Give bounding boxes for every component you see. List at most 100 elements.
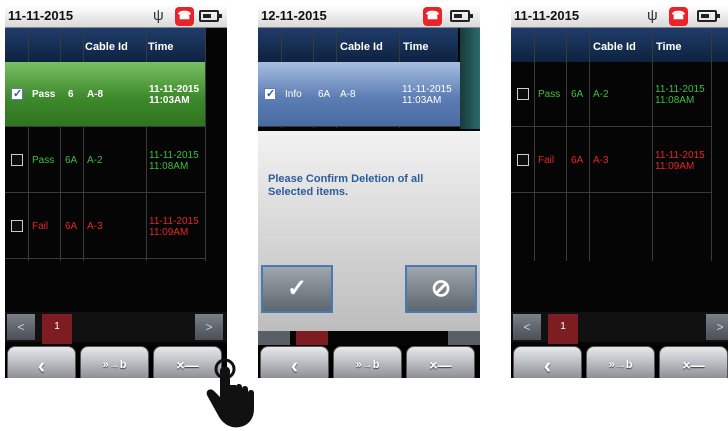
screen-1: 11-11-2015 ψ ☎ Cable Id Time Pass 6 A-8 … (5, 5, 227, 378)
table-row[interactable]: Pass 6A A-2 11-11-2015 11:08AM (511, 62, 711, 127)
page-indicator (296, 331, 328, 345)
table-row[interactable]: Pass 6A A-2 11-11-2015 11:08AM (5, 128, 205, 193)
row-time: 11-11-2015 11:09AM (149, 216, 199, 238)
row-category: 6A (65, 221, 78, 232)
table-header: Cable Id Time (5, 28, 205, 62)
confirm-button[interactable]: ✓ (261, 265, 333, 313)
column-time: Time (403, 41, 429, 53)
pager: < 1 > (5, 312, 227, 344)
table-row[interactable]: Fail 6A A-3 11-11-2015 11:09AM (511, 128, 711, 193)
row-checkbox[interactable] (264, 87, 276, 100)
status-date: 11-11-2015 (8, 8, 74, 23)
row-cable-id: A-2 (87, 155, 103, 166)
usb-icon: ψ (647, 7, 658, 24)
transfer-button[interactable]: »→b (333, 346, 402, 378)
row-category: 6A (318, 89, 331, 100)
row-category: 6 (68, 89, 74, 100)
row-category: 6A (571, 155, 584, 166)
cancel-button[interactable]: ⊘ (405, 265, 477, 313)
prev-page-button[interactable]: < (513, 314, 541, 340)
row-checkbox[interactable] (11, 87, 23, 100)
phone-hangup-icon: ☎ (669, 7, 688, 26)
column-cable-id: Cable Id (340, 41, 383, 53)
row-status: Fail (538, 155, 555, 166)
page-number-button[interactable]: 1 (42, 314, 72, 344)
chevron-left-icon: ‹ (290, 353, 299, 378)
column-time: Time (148, 41, 174, 53)
status-bar: 11-11-2015 ψ ☎ (5, 5, 227, 28)
table-header: Cable Id Time (258, 28, 458, 62)
row-checkbox[interactable] (517, 88, 529, 100)
row-cable-id: A-3 (87, 221, 103, 232)
delete-button[interactable]: ×— (406, 346, 475, 378)
confirm-dialog: Please Confirm Deletion of all Selected … (258, 131, 480, 331)
bottom-toolbar: ‹ »→b ×— (511, 346, 728, 378)
checkmark-icon: ✓ (286, 275, 308, 302)
row-status: Info (285, 89, 302, 100)
row-checkbox[interactable] (517, 154, 529, 166)
scrollbar[interactable] (460, 28, 480, 129)
column-cable-id: Cable Id (593, 41, 636, 53)
row-status: Pass (538, 89, 561, 100)
table-row[interactable]: Info 6A A-8 11-11-201511:03AM (258, 62, 460, 127)
transfer-icon: »→b (355, 359, 380, 371)
delete-icon: ×— (176, 357, 199, 373)
chevron-left-icon: ‹ (543, 353, 552, 378)
back-button[interactable]: ‹ (260, 346, 329, 378)
row-status: Pass (32, 155, 55, 166)
delete-icon: ×— (682, 357, 705, 373)
screen-2: 12-11-2015 ☎ Cable Id Time Info 6A A-8 1… (258, 5, 480, 378)
bottom-toolbar: ‹ »→b ×— (5, 346, 227, 378)
screen-3: 11-11-2015 ψ ☎ Cable Id Time Pass 6A A-2… (511, 5, 728, 378)
delete-button[interactable]: ×— (659, 346, 728, 378)
row-time: 11-11-2015 11:08AM (655, 84, 705, 106)
transfer-icon: »→b (608, 359, 633, 371)
phone-hangup-icon: ☎ (175, 7, 194, 26)
back-button[interactable]: ‹ (513, 346, 582, 378)
row-time: 11-11-2015 11:08AM (149, 150, 199, 172)
delete-icon: ×— (429, 357, 452, 373)
row-category: 6A (571, 89, 584, 100)
transfer-icon: »→b (102, 359, 127, 371)
next-page-button[interactable]: > (706, 314, 728, 340)
table-row[interactable]: Pass 6 A-8 11-11-201511:03AM (5, 62, 205, 127)
row-checkbox[interactable] (11, 220, 23, 232)
row-status: Pass (32, 89, 56, 100)
phone-hangup-icon: ☎ (423, 7, 442, 26)
row-cable-id: A-3 (593, 155, 609, 166)
status-date: 12-11-2015 (261, 8, 327, 23)
page-number-button[interactable]: 1 (548, 314, 578, 344)
pager: < 1 > (511, 312, 728, 344)
battery-icon (697, 10, 720, 22)
column-cable-id: Cable Id (85, 41, 128, 53)
row-cable-id: A-2 (593, 89, 609, 100)
status-bar: 12-11-2015 ☎ (258, 5, 480, 28)
status-date: 11-11-2015 (514, 8, 580, 23)
next-page-button[interactable]: > (195, 314, 223, 340)
row-cable-id: A-8 (87, 89, 104, 100)
row-checkbox[interactable] (11, 154, 23, 166)
pager-fragment (448, 331, 480, 345)
chevron-left-icon: ‹ (37, 353, 46, 378)
transfer-button[interactable]: »→b (80, 346, 149, 378)
dialog-message: Please Confirm Deletion of all Selected … (268, 173, 424, 198)
prev-page-button[interactable]: < (7, 314, 35, 340)
table-row[interactable]: Fail 6A A-3 11-11-2015 11:09AM (5, 194, 205, 259)
row-category: 6A (65, 155, 78, 166)
row-time: 11-11-2015 11:03AM (149, 84, 200, 106)
status-bar: 11-11-2015 ψ ☎ (511, 5, 728, 28)
hand-pointer-icon (206, 358, 254, 428)
transfer-button[interactable]: »→b (586, 346, 655, 378)
row-time: 11-11-2015 11:09AM (655, 150, 705, 172)
back-button[interactable]: ‹ (7, 346, 76, 378)
row-status: Fail (32, 221, 49, 232)
battery-icon (450, 10, 473, 22)
column-time: Time (656, 41, 682, 53)
bottom-toolbar: ‹ »→b ×— (258, 346, 480, 378)
row-cable-id: A-8 (340, 89, 356, 100)
cancel-icon: ⊘ (430, 275, 452, 302)
table-header: Cable Id Time (511, 28, 728, 62)
pager-fragment (258, 331, 290, 345)
battery-icon (199, 10, 222, 22)
usb-icon: ψ (153, 7, 164, 24)
